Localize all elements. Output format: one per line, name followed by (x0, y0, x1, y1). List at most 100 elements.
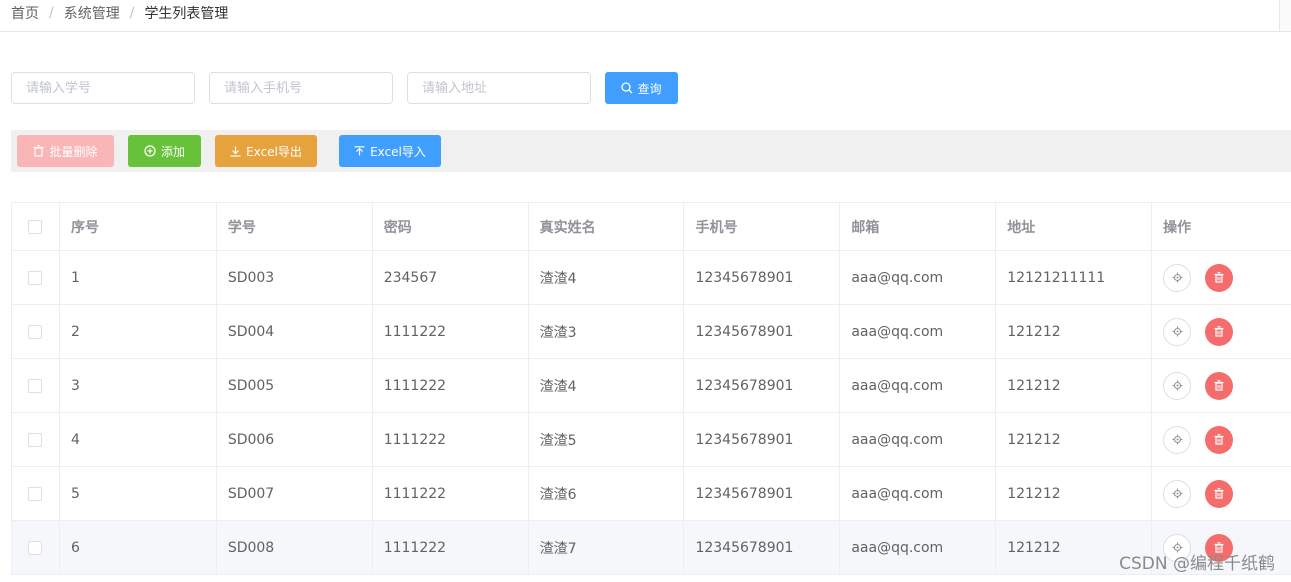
row-password: 1111222 (373, 305, 529, 358)
phone-field[interactable] (209, 72, 393, 104)
delete-button[interactable] (1205, 263, 1234, 292)
row-password: 1111222 (373, 521, 529, 574)
row-student-no: SD008 (217, 521, 373, 574)
row-address: 121212 (996, 305, 1153, 358)
row-checkbox[interactable] (28, 270, 43, 285)
row-address: 121212 (996, 467, 1153, 520)
row-checkbox[interactable] (28, 378, 43, 393)
add-label: 添加 (160, 144, 185, 159)
row-real-name: 渣渣4 (529, 359, 685, 412)
row-email: aaa@qq.com (840, 305, 997, 358)
edit-icon (1172, 326, 1183, 337)
row-select-cell (12, 359, 60, 412)
trash-icon (1214, 272, 1224, 283)
row-email: aaa@qq.com (840, 521, 997, 574)
edit-button[interactable] (1163, 425, 1192, 454)
row-actions (1152, 467, 1291, 520)
row-index: 3 (60, 359, 217, 412)
excel-export-button[interactable]: Excel导出 (215, 135, 317, 167)
table-row[interactable]: 3 SD005 1111222 渣渣4 12345678901 aaa@qq.com 121… (12, 359, 1291, 413)
row-password: 1111222 (373, 413, 529, 466)
delete-button[interactable] (1205, 371, 1234, 400)
student-table: 序号 学号 密码 真实姓名 手机号 邮箱 地址 操作 1 SD003 234567 渣… (11, 202, 1291, 575)
edit-button[interactable] (1163, 263, 1192, 292)
plus-circle-icon (144, 145, 156, 157)
table-row[interactable]: 6 SD008 1111222 渣渣7 12345678901 aaa@qq.com 121… (12, 521, 1291, 575)
breadcrumb-separator: / (49, 5, 54, 21)
delete-button[interactable] (1205, 425, 1234, 454)
table-header: 序号 学号 密码 真实姓名 手机号 邮箱 地址 操作 (12, 203, 1291, 251)
row-index: 1 (60, 251, 217, 304)
select-all-checkbox[interactable] (28, 219, 43, 234)
row-phone: 12345678901 (684, 251, 841, 304)
excel-import-button[interactable]: Excel导入 (339, 135, 441, 167)
header-divider (0, 31, 1291, 32)
row-actions (1152, 305, 1291, 358)
header-select-cell (12, 203, 60, 250)
table-row[interactable]: 1 SD003 234567 渣渣4 12345678901 aaa@qq.com 1212… (12, 251, 1291, 305)
breadcrumb-system-management[interactable]: 系统管理 (64, 3, 120, 23)
edit-button[interactable] (1163, 479, 1192, 508)
address-input[interactable] (422, 80, 576, 96)
phone-input[interactable] (224, 80, 378, 96)
row-real-name: 渣渣4 (529, 251, 685, 304)
breadcrumb-home[interactable]: 首页 (11, 3, 39, 23)
row-select-cell (12, 521, 60, 574)
table-row[interactable]: 2 SD004 1111222 渣渣3 12345678901 aaa@qq.com 121… (12, 305, 1291, 359)
row-select-cell (12, 251, 60, 304)
table-row[interactable]: 5 SD007 1111222 渣渣6 12345678901 aaa@qq.com 121… (12, 467, 1291, 521)
student-no-input[interactable] (26, 80, 180, 96)
trash-icon (1214, 488, 1224, 499)
row-email: aaa@qq.com (840, 251, 997, 304)
row-student-no: SD006 (217, 413, 373, 466)
delete-button[interactable] (1205, 479, 1234, 508)
row-real-name: 渣渣7 (529, 521, 685, 574)
row-email: aaa@qq.com (840, 359, 997, 412)
row-actions (1152, 413, 1291, 466)
row-student-no: SD004 (217, 305, 373, 358)
student-no-field[interactable] (11, 72, 195, 104)
trash-icon (33, 145, 44, 157)
delete-button[interactable] (1205, 317, 1234, 346)
table-body: 1 SD003 234567 渣渣4 12345678901 aaa@qq.com 1212… (12, 251, 1291, 575)
batch-delete-label: 批量删除 (49, 144, 98, 159)
row-password: 1111222 (373, 359, 529, 412)
table-row[interactable]: 4 SD006 1111222 渣渣5 12345678901 aaa@qq.com 121… (12, 413, 1291, 467)
header-phone: 手机号 (684, 203, 841, 250)
row-address: 121212 (996, 359, 1153, 412)
edit-button[interactable] (1163, 317, 1192, 346)
row-real-name: 渣渣3 (529, 305, 685, 358)
row-index: 5 (60, 467, 217, 520)
toolbar: 批量删除 添加 Excel导出 Excel导入 (11, 130, 1291, 172)
row-email: aaa@qq.com (840, 413, 997, 466)
row-phone: 12345678901 (684, 359, 841, 412)
row-actions (1152, 359, 1291, 412)
row-index: 6 (60, 521, 217, 574)
row-checkbox[interactable] (28, 324, 43, 339)
trash-icon (1214, 380, 1224, 391)
header-index: 序号 (60, 203, 217, 250)
row-index: 4 (60, 413, 217, 466)
batch-delete-button[interactable]: 批量删除 (17, 135, 114, 167)
header-actions: 操作 (1163, 219, 1192, 236)
row-phone: 12345678901 (684, 467, 841, 520)
scrollbar[interactable] (1279, 0, 1291, 31)
row-phone: 12345678901 (684, 521, 841, 574)
row-checkbox[interactable] (28, 540, 43, 555)
search-icon (621, 82, 633, 94)
row-student-no: SD005 (217, 359, 373, 412)
trash-icon (1214, 434, 1224, 445)
row-checkbox[interactable] (28, 486, 43, 501)
edit-icon (1172, 434, 1183, 445)
query-button[interactable]: 查询 (605, 72, 678, 104)
row-select-cell (12, 413, 60, 466)
address-field[interactable] (407, 72, 591, 104)
breadcrumb-student-list: 学生列表管理 (144, 6, 229, 22)
row-password: 1111222 (373, 467, 529, 520)
row-checkbox[interactable] (28, 432, 43, 447)
row-address: 12121211111 (996, 251, 1153, 304)
breadcrumb-separator: / (129, 5, 135, 21)
add-button[interactable]: 添加 (128, 135, 201, 167)
edit-button[interactable] (1163, 371, 1192, 400)
row-actions (1152, 251, 1291, 304)
